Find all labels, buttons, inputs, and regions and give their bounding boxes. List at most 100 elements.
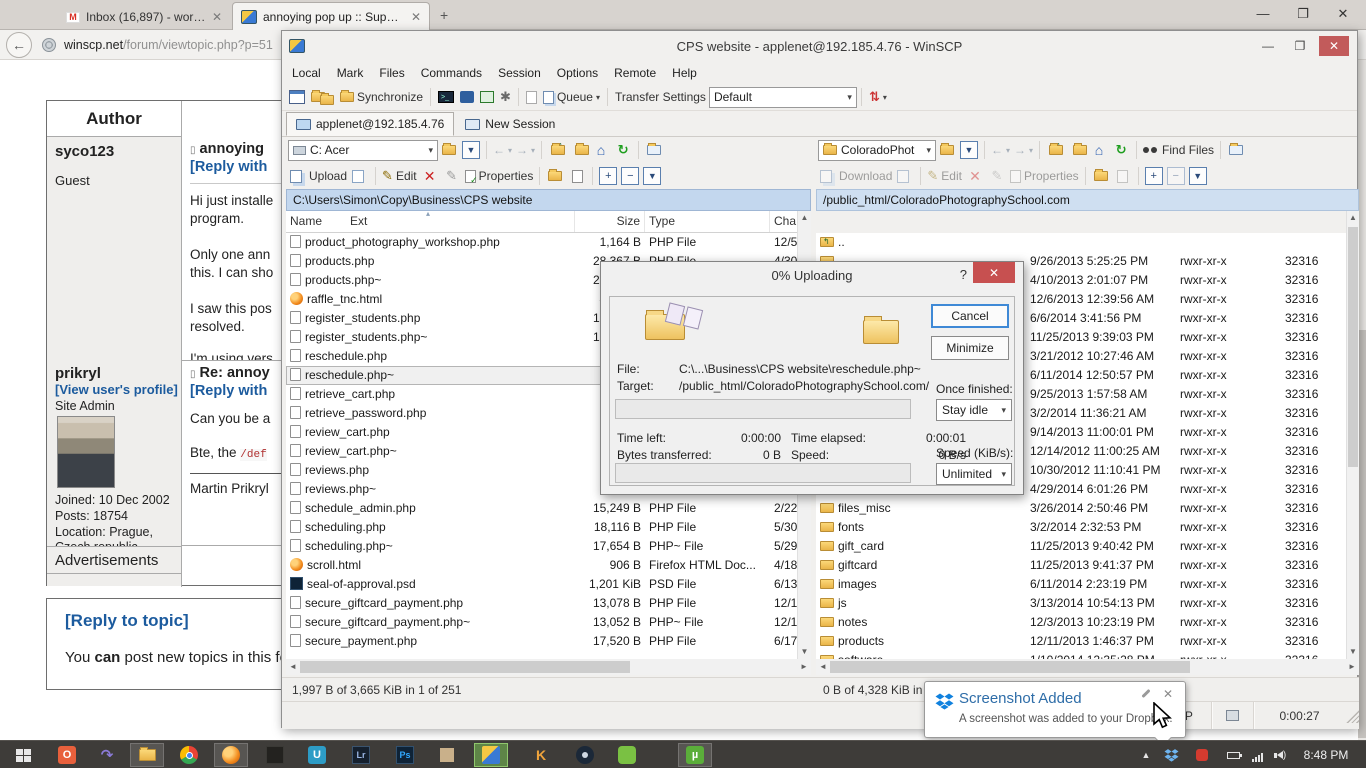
tab-close-icon[interactable]: ✕ [411,10,421,24]
view-profile-link[interactable]: [View user's profile] [55,382,178,397]
local-horizontal-scrollbar[interactable]: ◄ ► [286,659,811,675]
reply-to-topic-link[interactable]: [Reply to topic] [65,611,189,631]
filter-icon[interactable]: ▼ [460,139,482,161]
synchronize-button[interactable]: Synchronize [337,86,426,108]
queue-button[interactable]: Queue▾ [540,86,603,108]
taskbar-app-utility[interactable] [430,743,464,767]
file-row[interactable]: schedule_admin.php15,249 BPHP File2/22 [286,499,797,518]
select-plus-icon[interactable]: + [1143,165,1165,187]
taskbar-app-photoshop[interactable]: Ps [388,743,422,767]
file-row[interactable]: scheduling.php~17,654 BPHP~ File5/29 [286,537,797,556]
upload-button[interactable]: Upload [288,165,349,187]
new-file-icon[interactable] [1112,165,1134,187]
back-button[interactable]: ← [6,32,32,58]
open-directory-icon[interactable] [936,139,958,161]
tray-volume-icon[interactable]: ) [1270,741,1290,768]
browser-minimize-button[interactable]: — [1248,6,1278,21]
file-row[interactable]: images6/11/2014 2:23:19 PMrwxr-xr-x32316 [816,575,1346,594]
file-row[interactable]: secure_payment.php17,520 BPHP File6/17 [286,632,797,651]
select-minus-icon[interactable]: − [619,165,641,187]
menu-session[interactable]: Session [498,66,541,80]
back-icon[interactable]: ← ▾ [989,139,1012,161]
taskbar-app-explorer[interactable] [130,743,164,767]
taskbar-app-game[interactable] [258,743,292,767]
file-row[interactable]: secure_giftcard_payment.php~13,052 BPHP~… [286,613,797,632]
file-row[interactable]: scroll.html906 BFirefox HTML Doc...4/18 [286,556,797,575]
back-icon[interactable]: ← ▾ [491,139,514,161]
notification-close-icon[interactable]: ✕ [1163,687,1173,701]
console-icon[interactable]: >_ [435,86,457,108]
root-directory-icon[interactable]: / [1066,139,1088,161]
file-row[interactable]: fonts3/2/2014 2:32:53 PMrwxr-xr-x32316 [816,518,1346,537]
menu-local[interactable]: Local [292,66,321,80]
home-directory-icon[interactable]: ⌂ [590,139,612,161]
winscp-close-button[interactable]: ✕ [1319,36,1349,56]
winscp-restore-button[interactable]: ❐ [1285,36,1315,56]
url-bar[interactable]: winscp.net/forum/viewtopic.php?p=51 [64,38,273,52]
browser-restore-button[interactable]: ❐ [1288,6,1318,22]
winscp-minimize-button[interactable]: — [1253,36,1283,56]
help-icon[interactable]: ? [960,267,967,282]
delete-button[interactable]: ✕ [419,165,441,187]
download-options-icon[interactable] [894,165,916,187]
taskbar-app-lightroom[interactable]: Lr [344,743,378,767]
tray-battery-icon[interactable] [1222,741,1244,768]
file-row[interactable]: scheduling.php18,116 BPHP File5/30 [286,518,797,537]
taskbar-app-utorrent[interactable]: µ [678,743,712,767]
taskbar-app-opera[interactable]: O [50,743,84,767]
scroll-down-icon[interactable]: ▼ [1347,645,1359,659]
column-size[interactable]: Size [575,211,645,232]
select-plus-icon[interactable]: + [597,165,619,187]
edit-button[interactable]: ✎Edit [380,165,419,187]
select-filter-icon[interactable]: ▼ [1187,165,1209,187]
select-minus-icon[interactable]: − [1165,165,1187,187]
taskbar-app-steam[interactable] [568,743,602,767]
properties-button[interactable]: ✓Properties [463,165,536,187]
scroll-left-icon[interactable]: ◄ [286,660,300,674]
taskbar-app-k[interactable]: K [524,743,558,767]
properties-button[interactable]: Properties [1008,165,1081,187]
file-row[interactable]: files_misc3/26/2014 2:50:46 PMrwxr-xr-x3… [816,499,1346,518]
remote-path-bar[interactable]: /public_html/ColoradoPhotographySchool.c… [816,189,1359,211]
taskbar-app-ubuntuone[interactable]: U [300,743,334,767]
file-row[interactable]: software1/10/2014 12:35:28 PMrwxr-xr-x32… [816,651,1346,659]
file-row[interactable]: products12/11/2013 1:46:37 PMrwxr-xr-x32… [816,632,1346,651]
taskbar-app-firefox[interactable] [214,743,248,767]
new-session-tab[interactable]: New Session [456,112,564,136]
new-folder-icon[interactable] [544,165,566,187]
dialog-close-button[interactable]: ✕ [973,262,1015,283]
taskbar-app-copy[interactable]: ↷ [90,743,124,767]
file-row[interactable]: gift_card11/25/2013 9:40:42 PMrwxr-xr-x3… [816,537,1346,556]
follow-links-icon[interactable] [643,139,665,161]
parent-dir-row[interactable]: .. [816,233,1346,252]
browser-close-button[interactable]: ✕ [1328,6,1358,22]
remote-horizontal-scrollbar[interactable]: ◄ ► [816,659,1359,675]
filter-icon[interactable]: ▼ [958,139,980,161]
taskbar-app-green[interactable] [610,743,644,767]
scrollbar-thumb[interactable] [1348,227,1358,467]
scroll-left-icon[interactable]: ◄ [816,660,830,674]
column-type[interactable]: Type [645,211,770,232]
reply-with-quote-link[interactable]: [Reply with [190,383,267,399]
rename-icon[interactable]: ✎ [986,165,1008,187]
rename-icon[interactable]: ✎ [441,165,463,187]
dropbox-notification[interactable]: Screenshot Added A screenshot was added … [924,681,1186,738]
select-filter-icon[interactable]: ▼ [641,165,663,187]
resize-grip[interactable] [1345,709,1359,723]
tray-hidden-icons-chevron[interactable]: ▲ [1138,741,1154,768]
parent-directory-icon[interactable]: ↑ [546,139,568,161]
scrollbar-thumb[interactable] [300,661,630,673]
layout-grid-icon[interactable] [286,86,308,108]
menu-files[interactable]: Files [379,66,404,80]
menu-commands[interactable]: Commands [421,66,482,80]
cancel-button[interactable]: Cancel [931,304,1009,328]
refresh-icon[interactable]: ↻ [1110,139,1132,161]
scrollbar-thumb[interactable] [830,661,1190,673]
find-files-button[interactable]: Find Files [1141,139,1216,161]
taskbar-app-winscp[interactable] [474,743,508,767]
file-row[interactable]: notes12/3/2013 10:23:19 PMrwxr-xr-x32316 [816,613,1346,632]
root-directory-icon[interactable]: / [568,139,590,161]
tray-dropbox-icon[interactable] [1160,741,1182,768]
forward-icon[interactable]: → ▾ [1012,139,1035,161]
new-tab-button[interactable]: + [440,7,448,23]
